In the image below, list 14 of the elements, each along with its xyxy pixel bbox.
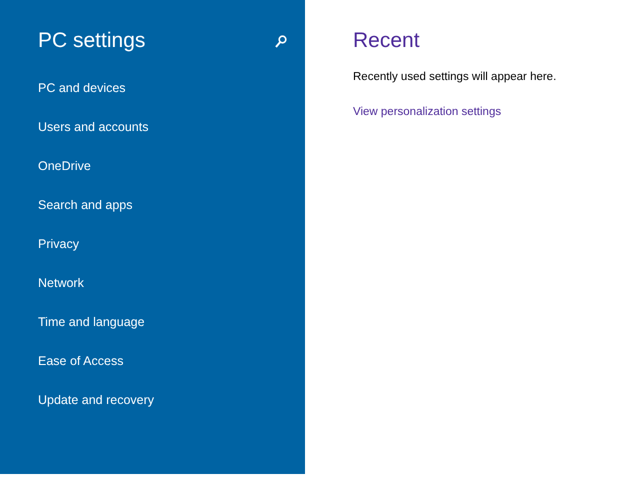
sidebar-item[interactable]: Time and language [38, 314, 289, 330]
sidebar-item[interactable]: PC and devices [38, 80, 289, 96]
sidebar-item[interactable]: Update and recovery [38, 392, 289, 408]
sidebar-item[interactable]: OneDrive [38, 158, 289, 174]
page-title: Recent [353, 28, 421, 54]
sidebar-item[interactable]: Users and accounts [38, 119, 289, 135]
sidebar-item[interactable]: Search and apps [38, 197, 289, 213]
sidebar-item[interactable]: Privacy [38, 236, 289, 252]
search-icon[interactable] [275, 34, 287, 48]
sidebar-item[interactable]: Network [38, 275, 289, 291]
personalization-link[interactable]: View personalization settings [353, 104, 502, 122]
empty-message: Recently used settings will appear here. [353, 70, 556, 85]
sidebar-item[interactable]: Ease of Access [38, 353, 289, 369]
sidebar-title: PC settings [38, 28, 146, 54]
